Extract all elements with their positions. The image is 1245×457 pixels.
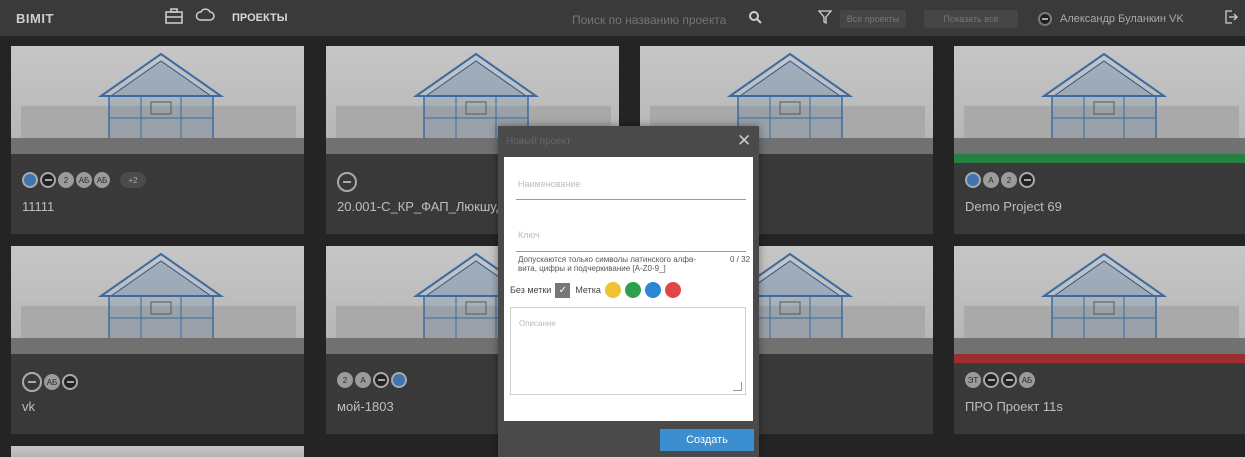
name-underline [516,199,746,200]
new-project-dialog: Новый проект ✕ Наименование Ключ Допуска… [498,126,759,457]
dialog-title: Новый проект [506,136,571,147]
key-underline [516,251,746,252]
no-tag-label: Без метки [510,285,552,295]
no-tag-checkbox[interactable]: ✓ [555,282,571,298]
user-avatar [1038,12,1052,26]
show-all-button[interactable]: Показать все [924,10,1018,28]
tag-selector: Без метки ✓ Метка [510,282,681,298]
briefcase-icon[interactable] [165,8,185,28]
description-textarea[interactable]: Описание [510,307,746,395]
app-logo[interactable]: BIMIT [16,11,54,26]
top-bar: BIMIT ПРОЕКТЫ Все проекты Показать все А… [0,0,1245,36]
tag-color-green[interactable] [624,282,641,298]
tag-color-blue[interactable] [644,282,661,298]
user-menu[interactable]: Александр Буланкин VK [1038,10,1184,28]
project-name-field[interactable]: Наименование [518,179,580,189]
dialog-form: Наименование Ключ Допускаются только сим… [504,157,753,421]
project-key-field[interactable]: Ключ [518,230,540,240]
resize-handle-icon[interactable] [733,382,742,391]
page-title: ПРОЕКТЫ [232,12,288,24]
create-project-button[interactable]: Создать [660,429,754,451]
close-icon[interactable]: ✕ [737,131,751,151]
search-icon[interactable] [748,10,762,29]
tag-color-yellow[interactable] [604,282,621,298]
logout-icon[interactable] [1224,10,1238,29]
key-char-counter: 0 / 32 [730,255,751,264]
tag-label: Метка [575,285,601,295]
all-projects-filter[interactable]: Все проекты [840,10,906,28]
key-hint: Допускаются только символы латинского ал… [518,255,697,273]
cloud-icon[interactable] [195,8,215,28]
filter-icon[interactable] [817,10,833,29]
description-placeholder: Описание [519,319,556,328]
project-search-input[interactable] [570,10,774,29]
tag-color-red[interactable] [664,282,681,298]
user-name: Александр Буланкин VK [1060,13,1184,25]
